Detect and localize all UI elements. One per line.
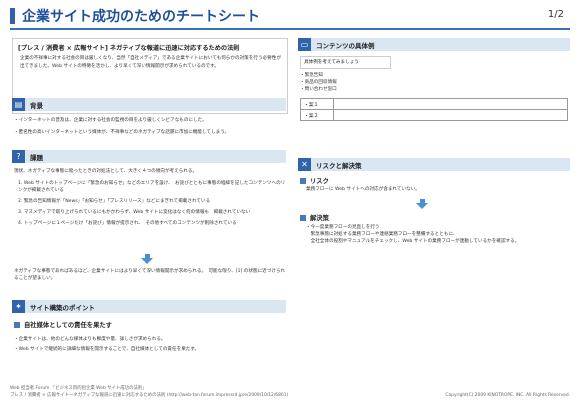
- list-item: ・Web サイトで継続的に詳細な情報を開示することで、自社媒体としての責任を果た…: [14, 347, 200, 352]
- section-points-header: ✦ サイト構築のポイント: [12, 300, 286, 313]
- risk-text: 業務フローに Web サイトへの対応が含まれていない。: [306, 187, 420, 192]
- section-issues-header: ? 課題: [12, 150, 286, 163]
- list-item: ・今一度業務フローの見直しを行う: [306, 225, 380, 230]
- solution-subheading-label: 解決策: [310, 215, 329, 222]
- idea-row-label: ・案２: [300, 109, 334, 121]
- section-contents-label: コンテンツの具体例: [316, 42, 375, 50]
- square-bullet-icon: [300, 215, 306, 221]
- page-title: 企業サイト成功のためのチートシート: [22, 9, 260, 25]
- page-number: 1/2: [547, 9, 564, 20]
- issues-lead: 現状、ネガティブな事態に陥ったときの対処法として、大きく４つの傾向が考えられる。: [14, 169, 198, 174]
- issue-item: 4. トップページに１ページだけ「お詫び」情報が提示され、 その他すべてのコンテ…: [18, 221, 237, 226]
- intro-title: [プレス / 消費者 × 広報サイト] ネガティブな報道に迅速に対応するための法…: [18, 45, 240, 52]
- table-row: ・案１: [300, 98, 568, 110]
- list-item: ・企業サイトは、他のどんな媒体よりも鮮度や量、詳しさが求められる。: [14, 337, 166, 342]
- section-risk-header: ✕ リスクと解決策: [298, 158, 570, 171]
- section-background-header: ▤ 背景: [12, 98, 286, 111]
- page-footer: Web 担当者 Forum 「ビジネス目的別企業 Web サイト成功の法則」 プ…: [10, 385, 570, 399]
- section-issues-label: 課題: [30, 154, 43, 162]
- page-header: 企業サイト成功のためのチートシート 1/2: [10, 6, 570, 30]
- issue-item: 3. マスメディアで取り上げられているにもかかわらず、Web サイトに変化はなく…: [18, 210, 251, 215]
- footer-copyright: Copyright(C) 2009 KINOTROPE, INC. All Ri…: [445, 393, 570, 398]
- document-icon: ▤: [12, 98, 25, 111]
- arrow-down-icon: [141, 258, 153, 264]
- idea-row-input[interactable]: [333, 98, 568, 110]
- contents-list: ・緊急告知 ・商品の回収情報 ・問い合わせ窓口: [300, 72, 560, 93]
- square-bullet-icon: [14, 322, 20, 328]
- table-row: ・案２: [300, 109, 568, 121]
- issues-conclusion: ネガティブな事態であればあるほど、企業サイトにはより早くて深い情報開示が求められ…: [14, 269, 286, 281]
- risk-subheading: リスク: [300, 176, 329, 185]
- list-item: ・匿名性の高いインターネットという媒体が、不祥事などのネガティブな話題に市加に機…: [14, 130, 230, 135]
- section-contents-header: ▭ コンテンツの具体例: [298, 38, 570, 51]
- issue-item: 2. 緊急の告知情報が「News」「お知らせ」「プレスリリース」などにまぎれて掲…: [18, 199, 211, 204]
- square-bullet-icon: [300, 178, 306, 184]
- intro-body: 企業の不祥事に対する社会の目は厳しくなり、当然「自社メディア」である企業サイトに…: [20, 56, 281, 69]
- question-icon: ?: [12, 150, 25, 163]
- arrow-down-icon: [416, 203, 428, 209]
- issues-content: 現状、ネガティブな事態に陥ったときの対処法として、大きく４つの傾向が考えられる。…: [14, 168, 286, 227]
- idea-table: ・案１ ・案２: [300, 98, 568, 121]
- idea-row-label: ・案１: [300, 98, 334, 110]
- section-points-label: サイト構築のポイント: [30, 304, 95, 312]
- think-prompt-box: 具体例を考えてみましょう: [300, 56, 391, 69]
- solution-list: ・今一度業務フローの見直しを行う 緊急事態に対処する業務フローや連絡業務フローを…: [306, 224, 568, 245]
- list-item: ・商品の回収情報: [300, 80, 337, 85]
- solution-subheading: 解決策: [300, 213, 329, 222]
- header-accent-bar: [10, 8, 15, 24]
- lightbulb-icon: ✦: [12, 300, 25, 313]
- points-subheading: 自社媒体としての責任を果たす: [14, 320, 112, 329]
- list-item: 全社全体の役割やマニュアルをチェックし、Web サイトの業務フローが連動している…: [306, 239, 520, 244]
- risk-subheading-label: リスク: [310, 178, 329, 185]
- points-list: ・企業サイトは、他のどんな媒体よりも鮮度や量、詳しさが求められる。 ・Web サ…: [14, 336, 286, 353]
- section-risk-label: リスクと解決策: [316, 162, 362, 170]
- issue-item: 1. Web サイトのトップページに「緊急のお知らせ」などのエリアを設け、 お詫…: [18, 181, 286, 193]
- tools-icon: ✕: [298, 158, 311, 171]
- background-list: ・インターネットの普及は、企業に対する社会の監視の目をより厳しくシビアなものにし…: [14, 117, 286, 136]
- points-subheading-label: 自社媒体としての責任を果たす: [24, 322, 112, 329]
- footer-line-1: Web 担当者 Forum 「ビジネス目的別企業 Web サイト成功の法則」: [10, 386, 147, 391]
- section-background-label: 背景: [30, 102, 43, 110]
- idea-row-input[interactable]: [333, 109, 568, 121]
- list-item: ・緊急告知: [300, 73, 323, 78]
- list-item: ・インターネットの普及は、企業に対する社会の監視の目をより厳しくシビアなものにし…: [14, 118, 207, 123]
- monitor-icon: ▭: [298, 38, 311, 51]
- footer-line-2: プレス / 消費者 × 広報サイト―ネガティブな報道に迅速に対応するための法則 …: [10, 393, 289, 398]
- list-item: 緊急事態に対処する業務フローや連絡業務フローを整備するとともに、: [306, 232, 458, 237]
- list-item: ・問い合わせ窓口: [300, 87, 337, 92]
